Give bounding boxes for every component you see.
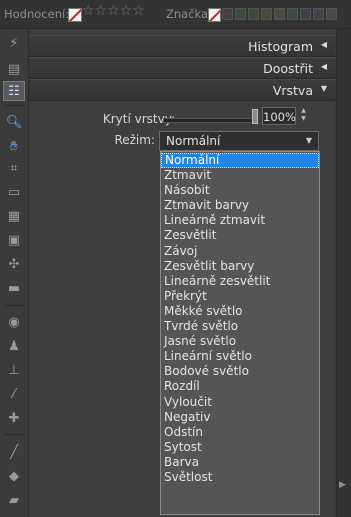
- zoom-icon[interactable]: 🔍︎: [3, 112, 25, 132]
- tag-color-swatch[interactable]: [274, 8, 285, 20]
- brush-icon[interactable]: ╱: [3, 442, 25, 462]
- section-sharpen-header[interactable]: Doostřit ◀: [29, 57, 335, 79]
- print-stamp-icon[interactable]: ▤: [3, 59, 25, 79]
- tag-color-swatch[interactable]: [287, 8, 298, 20]
- stamp-icon[interactable]: ⊥: [3, 360, 25, 380]
- blend-mode-option[interactable]: Vyloučit: [161, 395, 319, 410]
- tag-color-swatch[interactable]: [248, 8, 259, 20]
- lightning-icon[interactable]: ⚡: [3, 33, 25, 53]
- section-sharpen-title: Doostřit: [263, 61, 313, 76]
- blend-mode-option[interactable]: Lineárně zesvětlit: [161, 274, 319, 289]
- scroll-right-arrow-icon[interactable]: ▶: [339, 480, 346, 490]
- tag-color-swatches: [222, 8, 339, 22]
- heal-icon[interactable]: ✚: [3, 408, 25, 428]
- crop-icon[interactable]: ⌗: [3, 158, 25, 178]
- toolbar-separator: [4, 434, 24, 435]
- blend-mode-option[interactable]: Bodové světlo: [161, 364, 319, 379]
- blend-mode-label: Režim:: [114, 133, 155, 147]
- tag-color-swatch[interactable]: [222, 8, 233, 20]
- magic-wand-icon[interactable]: ⁄: [3, 384, 25, 404]
- blend-mode-option[interactable]: Překrýt: [161, 289, 319, 304]
- blend-mode-option[interactable]: Ztmavit: [161, 168, 319, 183]
- frame-icon[interactable]: ▣: [3, 230, 25, 250]
- eraser-icon[interactable]: ▰: [3, 490, 25, 510]
- tag-color-swatch[interactable]: [313, 8, 324, 20]
- blend-mode-option[interactable]: Odstín: [161, 425, 319, 440]
- section-histogram-title: Histogram: [248, 39, 313, 54]
- section-layer-title: Vrstva: [272, 83, 313, 98]
- blend-mode-select[interactable]: Normální ▼: [159, 131, 319, 151]
- blend-mode-option[interactable]: Barva: [161, 455, 319, 470]
- blend-mode-option[interactable]: Sytost: [161, 440, 319, 455]
- tag-label: Značka:: [166, 7, 212, 21]
- rating-label: Hodnocení:: [4, 7, 70, 21]
- blend-mode-value: Normální: [166, 134, 221, 148]
- panel-scrollbar[interactable]: ▶: [336, 29, 351, 517]
- tool-sidebar: ⚡ ▤ ☷ 🔍︎ ✋︎ ⌗ ▭ ▦ ▣ ✣ ▬ ◉ ♟ ⊥ ⁄ ✚ ╱ ◆ ▰: [0, 29, 29, 517]
- spin-down-icon[interactable]: ▼: [299, 115, 308, 123]
- blend-mode-option[interactable]: Jasné světlo: [161, 334, 319, 349]
- section-layer-header[interactable]: Vrstva ▼: [29, 79, 335, 101]
- tag-color-swatch[interactable]: [235, 8, 246, 20]
- blend-mode-option[interactable]: Lineárně ztmavit: [161, 213, 319, 228]
- blend-mode-option[interactable]: Závoj: [161, 244, 319, 259]
- blend-mode-option[interactable]: Rozdíl: [161, 379, 319, 394]
- blend-mode-option[interactable]: Normální: [161, 153, 319, 169]
- eye-icon[interactable]: ◉: [3, 312, 25, 332]
- rating-clear-icon[interactable]: [68, 8, 82, 22]
- tag-color-swatch[interactable]: [300, 8, 311, 20]
- expand-arrow-icon: ▼: [320, 84, 327, 93]
- spin-up-icon[interactable]: ▲: [299, 107, 308, 115]
- opacity-slider-handle[interactable]: [252, 109, 258, 124]
- opacity-spinner[interactable]: ▲ ▼: [299, 107, 308, 125]
- tag-color-swatch[interactable]: [326, 8, 337, 20]
- blend-mode-option[interactable]: Zesvětlit: [161, 228, 319, 243]
- blend-mode-dropdown-list: Normální Ztmavit Násobit Ztmavit barvy Lineá…: [160, 151, 320, 515]
- noise-icon[interactable]: ✣: [3, 254, 25, 274]
- hand-icon[interactable]: ✋︎: [3, 136, 25, 156]
- collapse-arrow-icon: ◀: [320, 40, 327, 49]
- blend-mode-option[interactable]: Negativ: [161, 410, 319, 425]
- collapse-arrow-icon: ◀: [320, 62, 327, 71]
- filter-bar: Hodnocení: ☆☆☆☆☆ Značka:: [0, 0, 351, 29]
- gradient-icon[interactable]: ▬: [3, 278, 25, 298]
- blend-mode-option[interactable]: Světlost: [161, 470, 319, 485]
- blend-mode-option[interactable]: Lineární světlo: [161, 349, 319, 364]
- fill-icon[interactable]: ◆: [3, 466, 25, 486]
- blend-mode-option[interactable]: Násobit: [161, 183, 319, 198]
- tag-color-swatch[interactable]: [261, 8, 272, 20]
- blend-mode-option[interactable]: Tvrdé světlo: [161, 319, 319, 334]
- straighten-icon[interactable]: ▭: [3, 182, 25, 202]
- clone-stamp-icon[interactable]: ♟: [3, 336, 25, 356]
- rating-stars[interactable]: ☆☆☆☆☆: [82, 3, 145, 19]
- opacity-slider-track[interactable]: [163, 118, 255, 123]
- tag-clear-icon[interactable]: [208, 8, 221, 22]
- toolbar-separator: [4, 105, 24, 106]
- toolbar-separator: [4, 305, 24, 306]
- blend-mode-option[interactable]: Měkké světlo: [161, 304, 319, 319]
- section-histogram-header[interactable]: Histogram ◀: [29, 35, 335, 57]
- blend-mode-option[interactable]: Ztmavit barvy: [161, 198, 319, 213]
- opacity-input[interactable]: 100%: [262, 107, 296, 125]
- adjust-panel-icon[interactable]: ☷: [3, 81, 25, 101]
- perspective-icon[interactable]: ▦: [3, 206, 25, 226]
- chevron-down-icon: ▼: [305, 136, 312, 145]
- blend-mode-option[interactable]: Zesvětlit barvy: [161, 259, 319, 274]
